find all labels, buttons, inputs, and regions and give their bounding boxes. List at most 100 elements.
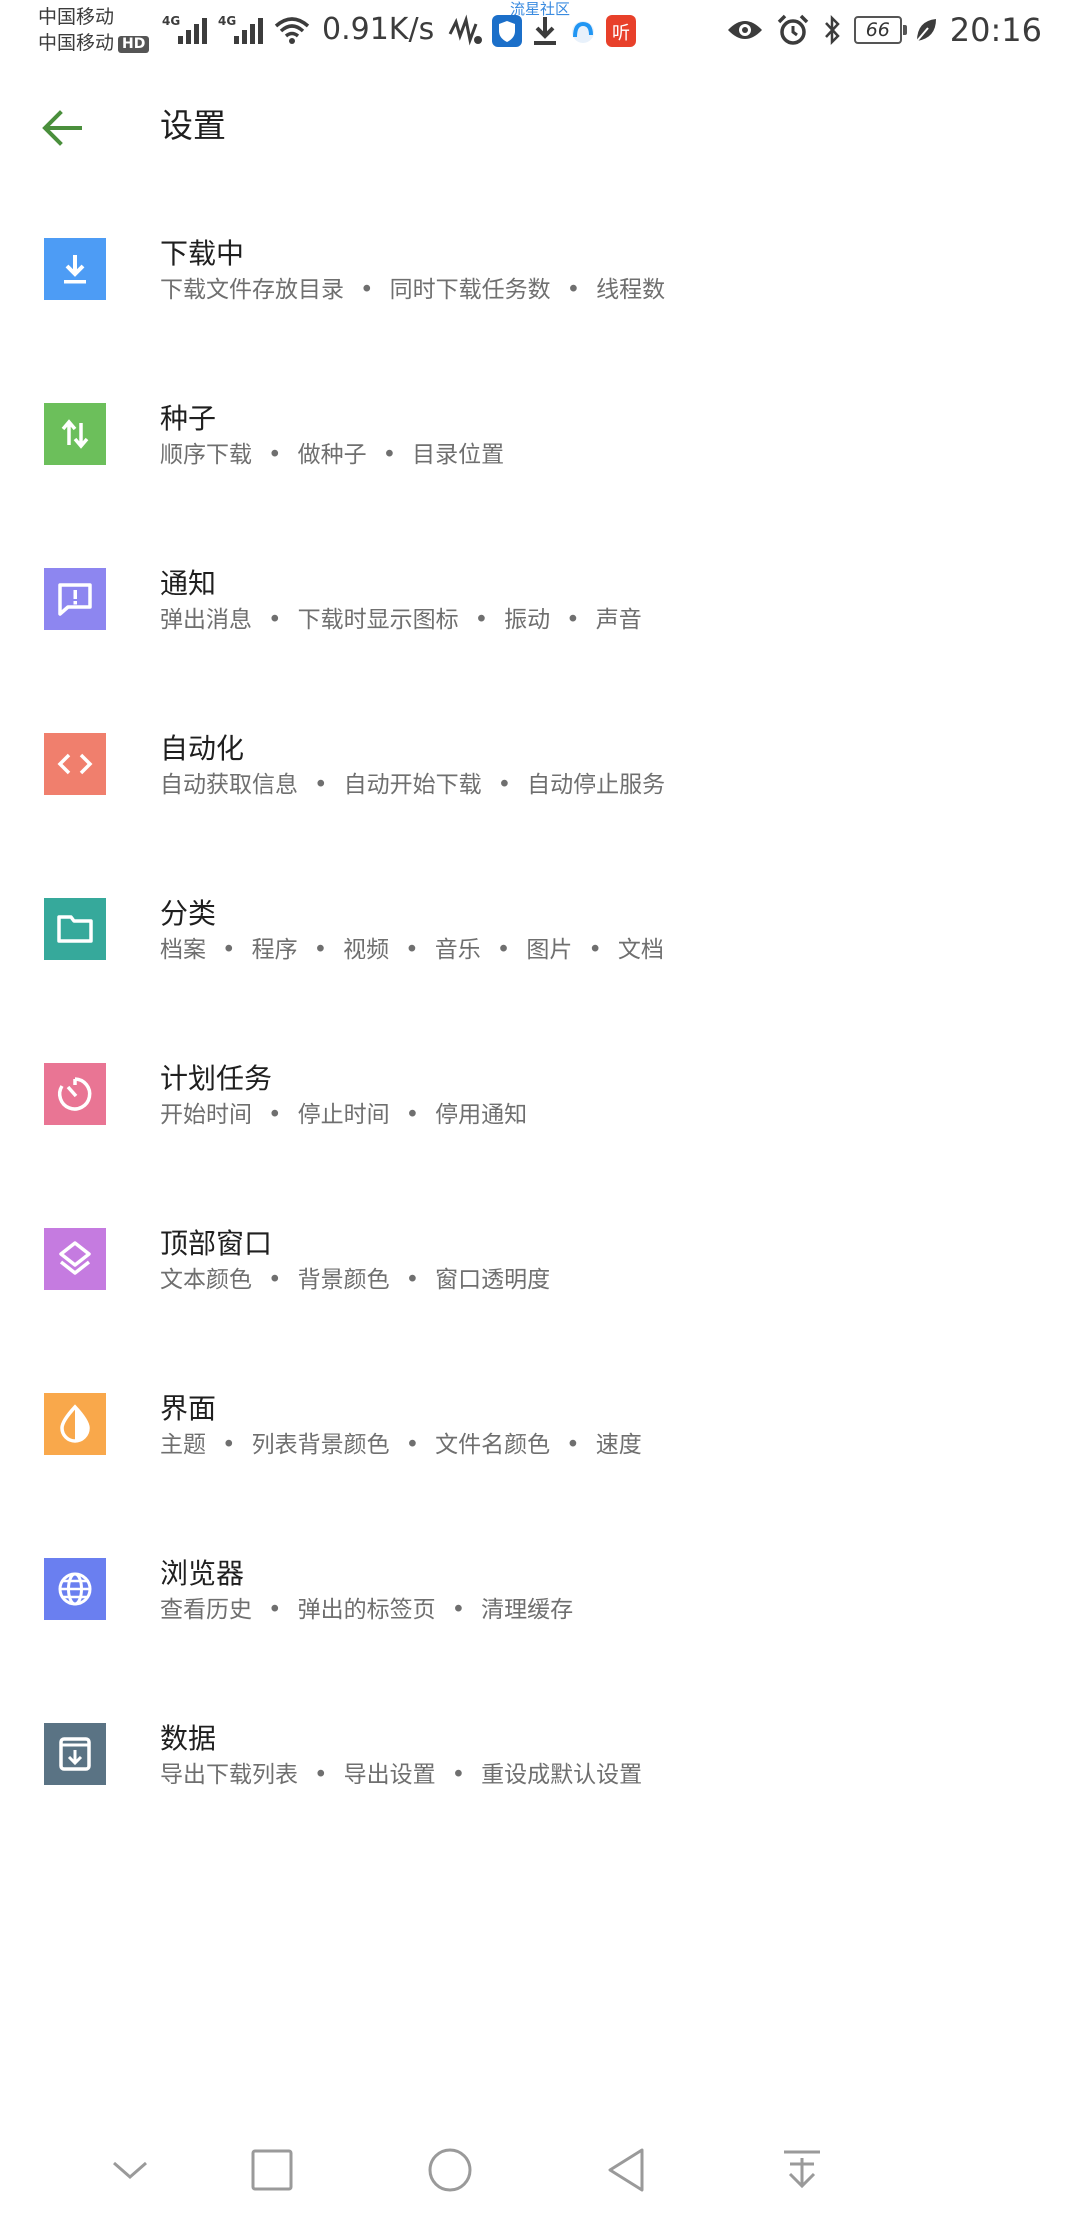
separator-dot: • [405,937,419,963]
leaf-icon [916,19,936,42]
settings-item-title: 自动化 [160,732,245,765]
chevron-down-icon [113,2161,147,2179]
settings-item-notification[interactable]: 通知 弹出消息 • 下载时显示图标 • 振动 • 声音 [0,520,1080,685]
summary-item: 视频 [343,937,390,963]
settings-icon-tile [44,568,106,630]
recent-apps-button[interactable] [240,2138,304,2202]
summary-item: 文件名颜色 [435,1432,551,1458]
settings-item-downloading[interactable]: 下载中 下载文件存放目录 • 同时下载任务数 • 线程数 [0,190,1080,355]
summary-item: 自动获取信息 [160,772,298,798]
settings-item-data[interactable]: 数据 导出下载列表 • 导出设置 • 重设成默认设置 [0,1675,1080,1840]
summary-item: 音乐 [434,937,481,963]
back-button[interactable] [30,96,94,160]
summary-item: 弹出消息 [160,607,252,633]
summary-item: 背景颜色 [297,1267,390,1293]
settings-item-title: 计划任务 [160,1062,273,1095]
settings-item-schedule[interactable]: 计划任务 开始时间 • 停止时间 • 停用通知 [0,1015,1080,1180]
summary-item: 自动开始下载 [343,772,482,798]
summary-item: 查看历史 [160,1597,252,1623]
separator-dot: • [497,772,512,798]
hide-nav-button[interactable] [98,2138,162,2202]
settings-icon-tile [44,403,106,465]
settings-item-summary: 主题 • 列表背景颜色 • 文件名颜色 • 速度 [160,1429,642,1461]
separator-dot: • [566,1432,580,1458]
settings-item-torrent[interactable]: 种子 顺序下载 • 做种子 • 目录位置 [0,355,1080,520]
settings-item-category[interactable]: 分类 档案 • 程序 • 视频 • 音乐 • 图片 • 文档 [0,850,1080,1015]
pull-down-icon [784,2150,820,2189]
status-bar: 中国移动 中国移动 HD 4G 4G 0.91K/s 流星社区 听 66 20:… [0,0,1080,64]
settings-item-interface[interactable]: 界面 主题 • 列表背景颜色 • 文件名颜色 • 速度 [0,1345,1080,1510]
summary-item: 下载文件存放目录 [160,277,344,303]
settings-item-summary: 自动获取信息 • 自动开始下载 • 自动停止服务 [160,769,665,801]
settings-icon-tile [44,898,106,960]
summary-item: 导出下载列表 [160,1762,298,1788]
settings-list: 下载中 下载文件存放目录 • 同时下载任务数 • 线程数 种子 顺序下载 • 做种子 • 目录位… [0,190,1080,1840]
summary-item: 目录位置 [412,442,505,468]
notification-pull-button[interactable] [770,2138,834,2202]
eye-icon [727,21,762,39]
separator-dot: • [588,937,602,963]
summary-item: 主题 [160,1432,206,1458]
signal-icon: 4G [218,14,263,44]
settings-icon-tile [44,1393,106,1455]
separator-dot: • [268,442,282,468]
settings-item-summary: 顺序下载 • 做种子 • 目录位置 [160,439,504,471]
settings-item-summary: 下载文件存放目录 • 同时下载任务数 • 线程数 [160,274,665,306]
separator-dot: • [405,1432,420,1458]
settings-item-browser[interactable]: 浏览器 查看历史 • 弹出的标签页 • 清理缓存 [0,1510,1080,1675]
layers-icon [44,1228,106,1290]
separator-dot: • [382,442,397,468]
app-icon-red-label: 听 [612,23,630,44]
wifi-icon [274,17,310,44]
summary-item: 开始时间 [160,1102,252,1128]
app-icon [572,21,594,43]
contrast-drop-icon [44,1393,106,1455]
settings-item-title: 通知 [160,567,217,600]
separator-dot: • [268,607,282,633]
message-alert-icon [44,568,106,630]
summary-item: 速度 [595,1432,642,1458]
summary-item: 图片 [526,937,573,963]
app-bar: 设置 [0,80,1080,172]
summary-item: 振动 [504,607,551,633]
summary-item: 窗口透明度 [435,1267,551,1293]
settings-item-summary: 档案 • 程序 • 视频 • 音乐 • 图片 • 文档 [160,934,664,966]
settings-icon-tile [44,1558,106,1620]
summary-item: 顺序下载 [160,442,252,468]
settings-item-top-window[interactable]: 顶部窗口 文本颜色 • 背景颜色 • 窗口透明度 [0,1180,1080,1345]
separator-dot: • [405,1267,420,1293]
navigation-bar [0,2120,1080,2220]
summary-item: 列表背景颜色 [251,1432,390,1458]
hd-badge: HD [118,36,150,53]
download-icon [534,17,556,45]
folder-icon [44,898,106,960]
separator-dot: • [474,607,489,633]
settings-item-title: 数据 [160,1722,217,1755]
timer-icon [44,1063,106,1125]
carrier-2: 中国移动 [38,32,115,54]
home-button[interactable] [418,2138,482,2202]
summary-item: 导出设置 [343,1762,436,1788]
separator-dot: • [314,772,328,798]
settings-item-title: 浏览器 [160,1557,245,1590]
separator-dot: • [451,1597,466,1623]
network-1-label: 4G [162,14,180,28]
shield-app-icon [492,15,522,47]
swap-vertical-icon [44,403,106,465]
net-speed: 0.91K/s [322,12,435,47]
settings-item-summary: 文本颜色 • 背景颜色 • 窗口透明度 [160,1264,550,1296]
settings-item-title: 下载中 [160,237,245,270]
carrier-info: 中国移动 中国移动 HD [38,4,150,56]
back-nav-button[interactable] [594,2138,658,2202]
summary-item: 做种子 [297,442,367,468]
bluetooth-icon [824,14,840,46]
settings-icon-tile [44,733,106,795]
carrier-1: 中国移动 [38,6,115,28]
settings-item-summary: 弹出消息 • 下载时显示图标 • 振动 • 声音 [160,604,642,636]
notification-icons: 听 [448,14,636,48]
alarm-icon [777,14,809,45]
summary-item: 声音 [595,607,642,633]
settings-icon-tile [44,1228,106,1290]
archive-icon [44,1723,106,1785]
settings-item-automation[interactable]: 自动化 自动获取信息 • 自动开始下载 • 自动停止服务 [0,685,1080,850]
